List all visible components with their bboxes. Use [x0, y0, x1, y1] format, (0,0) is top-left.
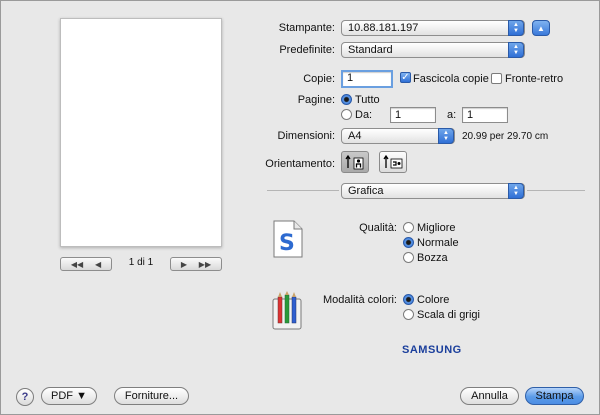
- print-button[interactable]: Stampa: [525, 387, 584, 405]
- collapse-disclosure-button[interactable]: ▲: [532, 20, 550, 36]
- quality-label: Qualità:: [359, 222, 397, 234]
- triangle-up-icon: ▲: [537, 23, 545, 33]
- pages-from-label: Da:: [355, 109, 373, 121]
- popup-arrows-icon: ▲ ▼: [508, 183, 524, 199]
- popup-arrows-icon: ▲ ▼: [508, 20, 524, 36]
- color-mode-color-radio[interactable]: [403, 294, 414, 305]
- last-page-icon[interactable]: ▶▶: [199, 260, 211, 269]
- page-preview: [60, 18, 222, 247]
- pages-to-label: a:: [447, 109, 457, 121]
- paper-size-label: Dimensioni:: [277, 130, 335, 142]
- pages-range-radio[interactable]: [341, 109, 352, 120]
- printer-value: 10.88.181.197: [348, 22, 419, 34]
- samsung-logo: SAMSUNG: [402, 344, 462, 356]
- paper-dimensions: 20.99 per 29.70 cm: [462, 131, 549, 142]
- quality-best-radio[interactable]: [403, 222, 414, 233]
- color-pencils-icon: [271, 291, 305, 331]
- orientation-portrait-button[interactable]: [341, 151, 369, 173]
- quality-draft-label: Bozza: [417, 252, 448, 264]
- landscape-person-icon: [383, 154, 403, 169]
- pages-label: Pagine:: [297, 94, 335, 106]
- collate-checkbox[interactable]: ✓: [400, 72, 411, 83]
- portrait-person-icon: [345, 154, 364, 170]
- popup-arrows-icon: ▲ ▼: [508, 42, 524, 58]
- orientation-label: Orientamento:: [265, 158, 335, 170]
- collate-label: Fascicola copie: [413, 73, 489, 85]
- next-page-icon[interactable]: ▶: [181, 260, 187, 269]
- pager-back-buttons[interactable]: ◀◀ ◀: [60, 257, 112, 271]
- color-mode-grayscale-label: Scala di grigi: [417, 309, 480, 321]
- duplex-checkbox[interactable]: [491, 73, 502, 84]
- pages-to-input[interactable]: 1: [462, 107, 508, 123]
- paper-size-select[interactable]: A4 ▲ ▼: [341, 128, 455, 144]
- first-page-icon[interactable]: ◀◀: [71, 260, 83, 269]
- presets-label: Predefinite:: [279, 44, 335, 56]
- color-mode-color-label: Colore: [417, 294, 450, 306]
- svg-text:S: S: [279, 231, 295, 256]
- color-mode-label: Modalità colori:: [323, 294, 397, 306]
- paper-size-value: A4: [348, 130, 362, 142]
- pdf-menu-button[interactable]: PDF ▼: [41, 387, 97, 405]
- orientation-landscape-button[interactable]: [379, 151, 407, 173]
- help-button[interactable]: ?: [16, 388, 34, 406]
- copies-label: Copie:: [303, 73, 335, 85]
- color-mode-grayscale-radio[interactable]: [403, 309, 414, 320]
- print-dialog: ◀◀ ◀ 1 di 1 ▶ ▶▶ Stampante: 10.88.181.19…: [0, 0, 600, 415]
- duplex-label: Fronte-retro: [505, 73, 564, 85]
- quality-normal-radio[interactable]: [403, 237, 414, 248]
- pager-forward-buttons[interactable]: ▶ ▶▶: [170, 257, 222, 271]
- separator-left: [267, 190, 339, 191]
- printer-label: Stampante:: [278, 22, 335, 34]
- copies-input[interactable]: 1: [341, 70, 393, 88]
- page-indicator: 1 di 1: [128, 257, 154, 268]
- previous-page-icon[interactable]: ◀: [95, 260, 101, 269]
- quality-best-label: Migliore: [417, 222, 456, 234]
- section-value: Grafica: [348, 185, 384, 197]
- printer-select[interactable]: 10.88.181.197 ▲ ▼: [341, 20, 525, 36]
- separator-right: [527, 190, 585, 191]
- quality-draft-radio[interactable]: [403, 252, 414, 263]
- presets-select[interactable]: Standard ▲ ▼: [341, 42, 525, 58]
- pages-from-input[interactable]: 1: [390, 107, 436, 123]
- popup-arrows-icon: ▲ ▼: [438, 128, 454, 144]
- pages-all-label: Tutto: [355, 94, 380, 106]
- quality-doc-icon: S: [271, 219, 305, 259]
- quality-normal-label: Normale: [417, 237, 459, 249]
- pages-all-radio[interactable]: [341, 94, 352, 105]
- supplies-button[interactable]: Forniture...: [114, 387, 189, 405]
- section-select[interactable]: Grafica ▲ ▼: [341, 183, 525, 199]
- cancel-button[interactable]: Annulla: [460, 387, 519, 405]
- presets-value: Standard: [348, 44, 393, 56]
